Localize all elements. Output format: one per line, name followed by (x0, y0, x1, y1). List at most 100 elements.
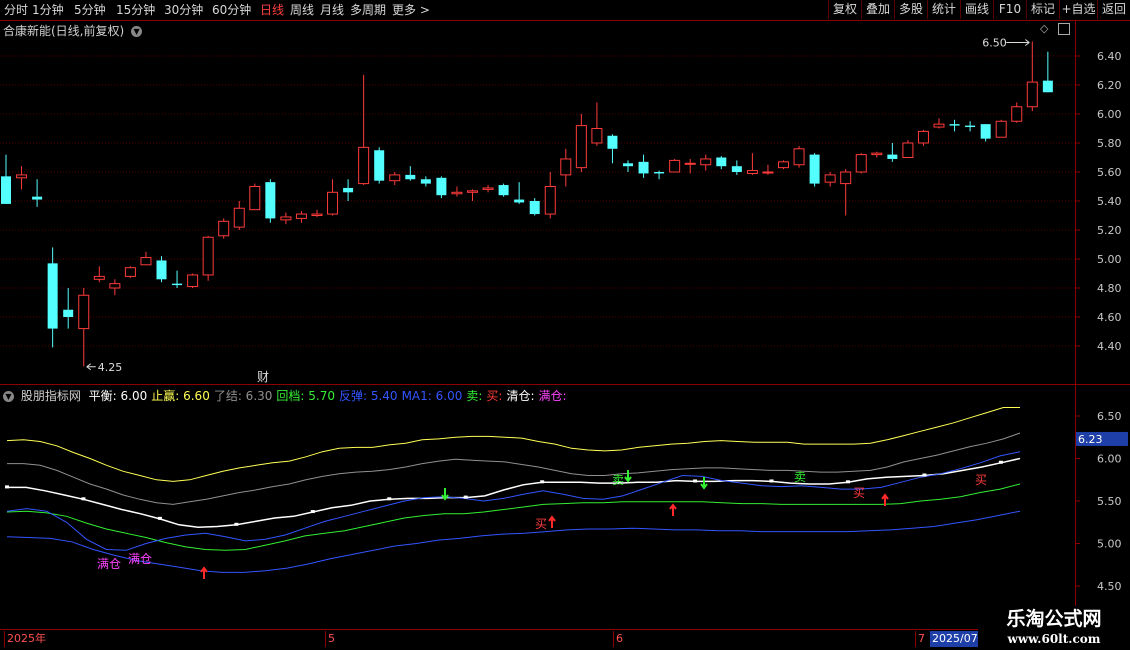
candle-body-up[interactable] (358, 146, 370, 185)
tab-5[interactable]: 60分钟 (212, 2, 251, 18)
candle-body-up[interactable] (451, 191, 463, 195)
candle-body-up[interactable] (1011, 106, 1023, 122)
tab-4[interactable]: 30分钟 (164, 2, 203, 18)
candle-body-up[interactable] (295, 213, 307, 219)
toolbar-button-7[interactable]: +自选 (1059, 0, 1097, 19)
candle-body-up[interactable] (218, 220, 230, 237)
candle-body-down[interactable] (514, 199, 525, 203)
candle-body-down[interactable] (32, 196, 43, 200)
candle-body-down[interactable] (654, 172, 665, 174)
toolbar-button-5[interactable]: F10 (993, 0, 1026, 19)
candle-body-down[interactable] (156, 260, 167, 280)
sell-label: 卖 (794, 470, 806, 484)
candle-body-up[interactable] (917, 130, 929, 144)
candle-body-up[interactable] (871, 152, 883, 156)
candle-body-up[interactable] (840, 171, 852, 185)
close-icon[interactable] (1057, 23, 1070, 35)
toolbar-button-1[interactable]: 叠加 (861, 0, 894, 19)
candlestick-chart[interactable]: 6.40 6.20 6.00 5.80 5.60 5.40 5.20 5.00 4.80 4.60… (0, 37, 1130, 384)
candle-body-up[interactable] (249, 186, 261, 211)
candle-body-down[interactable] (965, 125, 976, 128)
pane-divider (0, 384, 1130, 385)
tab-0[interactable]: 分时 (4, 2, 28, 18)
candle-body-up[interactable] (389, 174, 401, 182)
candle-body-down[interactable] (887, 154, 898, 159)
balance-marker (234, 522, 239, 526)
candle-body-down[interactable] (731, 166, 742, 172)
candle-body-up[interactable] (482, 187, 494, 190)
candle-body-down[interactable] (716, 157, 727, 167)
tab-9[interactable]: 多周期 (350, 2, 386, 18)
candle-body-up[interactable] (995, 120, 1007, 138)
candle-body-up[interactable] (16, 174, 28, 179)
candle-body-down[interactable] (436, 177, 447, 196)
candle-body-down[interactable] (638, 161, 649, 174)
candle-body-up[interactable] (855, 154, 867, 173)
candle-body-up[interactable] (140, 257, 152, 266)
finance-marker[interactable]: 财 (257, 370, 269, 384)
candle-body-down[interactable] (405, 174, 416, 180)
tab-10[interactable]: 更多 > (392, 2, 430, 18)
candle-body-up[interactable] (575, 125, 587, 169)
tab-7[interactable]: 周线 (290, 2, 314, 18)
candle-body-down[interactable] (949, 124, 960, 126)
candle-body-down[interactable] (809, 154, 820, 184)
candle-body-up[interactable] (124, 267, 136, 277)
candle-body-down[interactable] (265, 182, 276, 219)
candle-body-up[interactable] (684, 162, 696, 165)
candle-body-up[interactable] (762, 171, 774, 174)
candle-body-up[interactable] (327, 191, 339, 215)
candle-body-up[interactable] (311, 213, 323, 217)
tab-1[interactable]: 1分钟 (32, 2, 64, 18)
candle-body-up[interactable] (746, 170, 758, 174)
toolbar-button-4[interactable]: 画线 (960, 0, 993, 19)
candle-body-up[interactable] (187, 274, 199, 288)
candle-body-up[interactable] (202, 236, 214, 276)
candle-body-up[interactable] (109, 283, 121, 289)
candle-body-up[interactable] (902, 142, 914, 158)
indicator-name[interactable]: 股朋指标网 (21, 389, 81, 403)
balance-marker (845, 480, 850, 484)
candle-body-down[interactable] (1042, 80, 1053, 93)
candle-body-down[interactable] (980, 124, 991, 139)
candle-body-up[interactable] (669, 159, 681, 173)
candle-body-up[interactable] (933, 123, 945, 128)
toolbar-button-3[interactable]: 统计 (927, 0, 960, 19)
candle-body-down[interactable] (172, 283, 183, 286)
candle-body-down[interactable] (529, 201, 540, 215)
candle-body-up[interactable] (233, 207, 245, 228)
toolbar-button-0[interactable]: 复权 (828, 0, 861, 19)
candle-body-down[interactable] (623, 163, 633, 167)
chevron-down-icon[interactable]: ▼ (131, 26, 143, 37)
tab-2[interactable]: 5分钟 (74, 2, 106, 18)
candle-body-down[interactable] (343, 187, 354, 193)
candle-body-down[interactable] (1, 176, 11, 204)
tab-8[interactable]: 月线 (320, 2, 344, 18)
candle-body-up[interactable] (544, 186, 556, 215)
candle-body-down[interactable] (47, 263, 58, 329)
toolbar-button-2[interactable]: 多股 (894, 0, 927, 19)
candle-body-up[interactable] (778, 161, 789, 169)
candle-body-up[interactable] (467, 190, 478, 193)
candle-body-up[interactable] (700, 158, 712, 166)
candle-body-up[interactable] (280, 216, 292, 221)
indicator-chart[interactable]: 6.506.005.505.004.506.23满仓 满仓买卖 卖买买 (0, 402, 1130, 629)
candle-body-down[interactable] (420, 179, 431, 184)
indicator-toggle-icon[interactable]: ▼ (3, 391, 14, 402)
candle-body-down[interactable] (63, 309, 74, 317)
candle-body-up[interactable] (793, 148, 805, 166)
tab-6[interactable]: 日线 (260, 2, 284, 18)
candle-body-down[interactable] (374, 150, 385, 181)
toolbar-button-6[interactable]: 标记 (1026, 0, 1059, 19)
toolbar-button-8[interactable]: 返回 (1097, 0, 1130, 19)
diamond-icon[interactable]: ◇ (1040, 22, 1048, 35)
candle-body-up[interactable] (824, 174, 836, 183)
candle-body-up[interactable] (1026, 81, 1038, 108)
candle-body-up[interactable] (93, 275, 105, 280)
candle-body-down[interactable] (498, 185, 509, 196)
candle-body-up[interactable] (560, 158, 572, 176)
tab-3[interactable]: 15分钟 (116, 2, 155, 18)
candle-body-up[interactable] (78, 294, 90, 330)
candle-body-down[interactable] (607, 135, 618, 149)
candle-body-up[interactable] (591, 128, 603, 144)
